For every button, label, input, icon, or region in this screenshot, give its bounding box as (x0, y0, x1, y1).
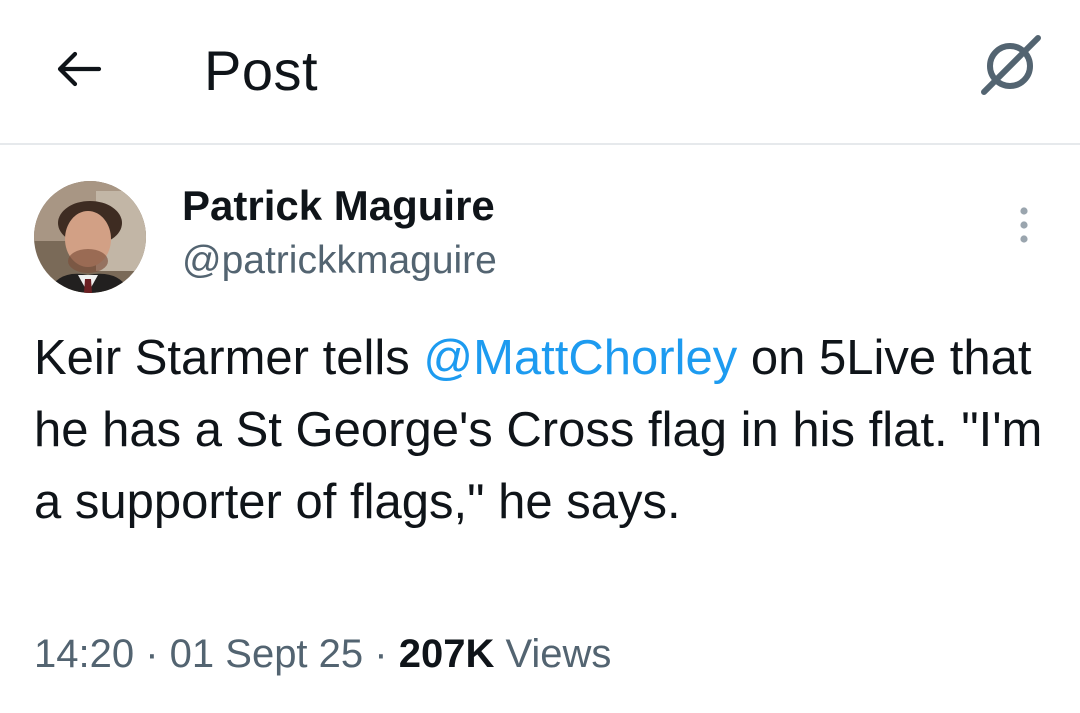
avatar[interactable] (34, 181, 146, 293)
top-bar: Post (0, 0, 1080, 145)
meta-separator: · (363, 632, 399, 676)
tweet-meta: 14:20 · 01 Sept 25 · 207K Views (34, 628, 611, 680)
grok-icon (981, 35, 1041, 95)
tweet-date[interactable]: 01 Sept 25 (170, 632, 364, 676)
back-button[interactable] (50, 45, 106, 93)
meta-separator: · (134, 632, 170, 676)
mention-link[interactable]: @MattChorley (423, 331, 737, 385)
author-handle[interactable]: @patrickkmaguire (182, 238, 497, 284)
more-vertical-icon (1020, 207, 1028, 243)
profile-photo (34, 181, 146, 293)
arrow-left-icon (57, 51, 102, 87)
page-title: Post (204, 39, 319, 102)
author-display-name[interactable]: Patrick Maguire (182, 182, 495, 230)
views-label: Views (494, 632, 612, 676)
grok-button[interactable] (976, 30, 1046, 100)
views-count[interactable]: 207K (399, 632, 495, 676)
more-options-button[interactable] (1004, 200, 1044, 250)
tweet-text-part: Keir Starmer tells (34, 331, 424, 385)
tweet-text: Keir Starmer tells @MattChorley on 5Live… (34, 322, 1054, 538)
tweet-time[interactable]: 14:20 (34, 632, 134, 676)
